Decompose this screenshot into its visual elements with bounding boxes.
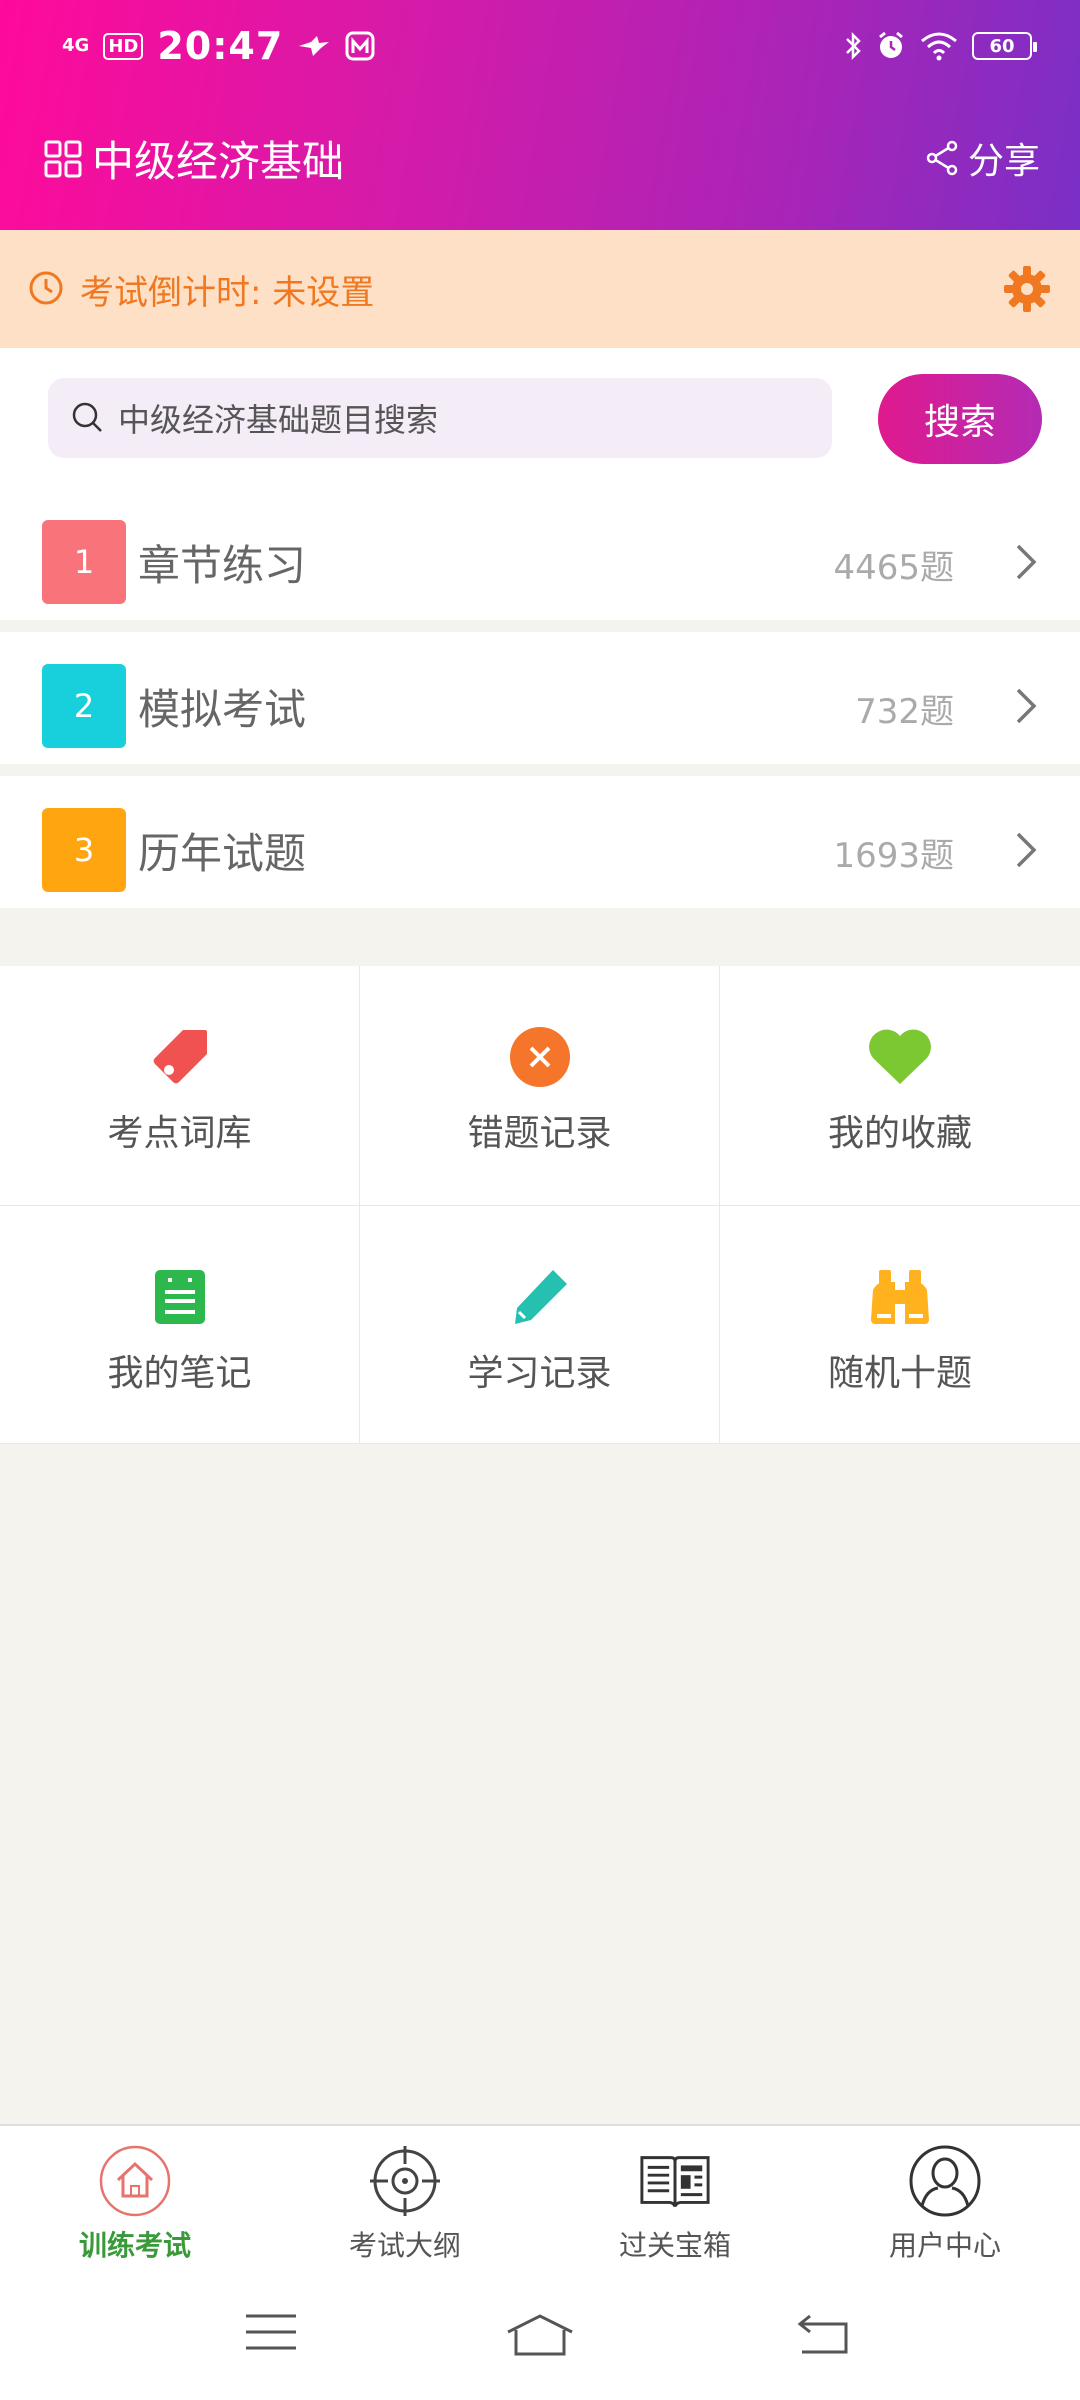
notebook-icon bbox=[154, 1270, 205, 1324]
system-nav-bar bbox=[0, 2278, 1080, 2400]
home-icon bbox=[99, 2145, 171, 2217]
list-item-label: 历年试题 bbox=[138, 829, 307, 878]
search-button[interactable]: 搜索 bbox=[878, 374, 1042, 464]
search-input[interactable]: 中级经济基础题目搜索 bbox=[48, 378, 832, 458]
tab-training-exam[interactable]: 训练考试 bbox=[0, 2126, 270, 2278]
index-badge: 1 bbox=[42, 520, 126, 604]
back-icon[interactable] bbox=[796, 2312, 852, 2356]
battery-indicator: 60 bbox=[972, 32, 1037, 60]
question-count: 732题 bbox=[855, 692, 954, 732]
tab-treasure-box[interactable]: 过关宝箱 bbox=[540, 2126, 810, 2278]
grid-item-study-records[interactable]: 学习记录 bbox=[360, 1206, 720, 1444]
status-bar: 4G HD 20:47 60 bbox=[0, 18, 1080, 74]
share-button[interactable]: 分享 bbox=[924, 132, 1040, 184]
grid-item-label: 我的收藏 bbox=[827, 1113, 972, 1154]
chevron-right-icon bbox=[1016, 544, 1037, 580]
feature-grid: 考点词库 错题记录 我的收藏 我的笔记 学习记录 随机十题 bbox=[0, 966, 1080, 1444]
practice-list: 1 章节练习 4465题 2 模拟考试 732题 3 历年试题 1693题 bbox=[0, 488, 1080, 920]
list-item-chapter-practice[interactable]: 1 章节练习 4465题 bbox=[0, 488, 1080, 620]
grid-item-label: 错题记录 bbox=[467, 1113, 612, 1154]
menu-icon[interactable] bbox=[244, 2312, 298, 2352]
question-count: 1693题 bbox=[833, 836, 954, 876]
battery-level: 60 bbox=[989, 35, 1015, 57]
grid-item-label: 考点词库 bbox=[107, 1113, 252, 1154]
status-time: 20:47 bbox=[157, 24, 284, 68]
binoculars-icon bbox=[871, 1270, 929, 1324]
search-area: 中级经济基础题目搜索 搜索 bbox=[0, 348, 1080, 488]
tab-exam-syllabus[interactable]: 考试大纲 bbox=[270, 2126, 540, 2278]
clock-icon bbox=[29, 271, 63, 305]
grid-item-keyword-bank[interactable]: 考点词库 bbox=[0, 966, 360, 1206]
grid-menu-icon[interactable] bbox=[44, 140, 82, 178]
list-item-label: 模拟考试 bbox=[138, 685, 307, 734]
home-nav-icon[interactable] bbox=[504, 2312, 576, 2356]
pencil-icon bbox=[514, 1270, 567, 1324]
share-icon bbox=[926, 140, 958, 176]
grid-item-random-ten[interactable]: 随机十题 bbox=[720, 1206, 1080, 1444]
chevron-right-icon bbox=[1016, 832, 1037, 868]
wifi-icon bbox=[921, 32, 957, 61]
exam-countdown-bar[interactable]: 考试倒计时: 未设置 bbox=[0, 230, 1080, 348]
bottom-tab-bar: 训练考试 考试大纲 过关宝箱 用户中心 bbox=[0, 2124, 1080, 2278]
alarm-icon bbox=[879, 31, 903, 58]
list-item-label: 章节练习 bbox=[138, 541, 307, 590]
bluetooth-icon bbox=[846, 31, 861, 61]
grid-item-favorites[interactable]: 我的收藏 bbox=[720, 966, 1080, 1206]
page-title: 中级经济基础 bbox=[92, 137, 345, 186]
settings-gear-icon[interactable] bbox=[1002, 264, 1052, 314]
tab-label: 过关宝箱 bbox=[618, 2229, 731, 2262]
target-icon bbox=[370, 2146, 440, 2216]
heart-icon bbox=[869, 1029, 931, 1084]
user-icon bbox=[909, 2145, 981, 2217]
list-item-past-papers[interactable]: 3 历年试题 1693题 bbox=[0, 776, 1080, 908]
tab-label: 考试大纲 bbox=[348, 2229, 461, 2262]
network-indicator: 4G bbox=[62, 35, 90, 56]
list-item-mock-exam[interactable]: 2 模拟考试 732题 bbox=[0, 632, 1080, 764]
bird-icon bbox=[299, 36, 330, 56]
tab-label: 用户中心 bbox=[888, 2229, 1001, 2262]
tab-user-center[interactable]: 用户中心 bbox=[810, 2126, 1080, 2278]
question-count: 4465题 bbox=[833, 548, 954, 588]
index-badge: 3 bbox=[42, 808, 126, 892]
index-badge: 2 bbox=[42, 664, 126, 748]
app-notify-icon bbox=[345, 31, 375, 61]
app-header: 4G HD 20:47 60 中级经济基础 分享 bbox=[0, 0, 1080, 230]
search-icon bbox=[72, 402, 102, 432]
chevron-right-icon bbox=[1016, 688, 1037, 724]
grid-item-wrong-answers[interactable]: 错题记录 bbox=[360, 966, 720, 1206]
countdown-text: 考试倒计时: 未设置 bbox=[80, 272, 375, 313]
close-circle-icon bbox=[509, 1027, 570, 1087]
search-placeholder: 中级经济基础题目搜索 bbox=[118, 401, 439, 439]
hd-indicator: HD bbox=[103, 32, 144, 60]
grid-item-label: 学习记录 bbox=[467, 1353, 612, 1394]
grid-item-label: 我的笔记 bbox=[107, 1353, 252, 1394]
grid-item-notes[interactable]: 我的笔记 bbox=[0, 1206, 360, 1444]
newspaper-icon bbox=[640, 2156, 710, 2208]
tab-label: 训练考试 bbox=[78, 2229, 191, 2262]
tag-icon bbox=[153, 1030, 207, 1084]
share-label: 分享 bbox=[967, 141, 1040, 182]
grid-item-label: 随机十题 bbox=[827, 1353, 972, 1394]
